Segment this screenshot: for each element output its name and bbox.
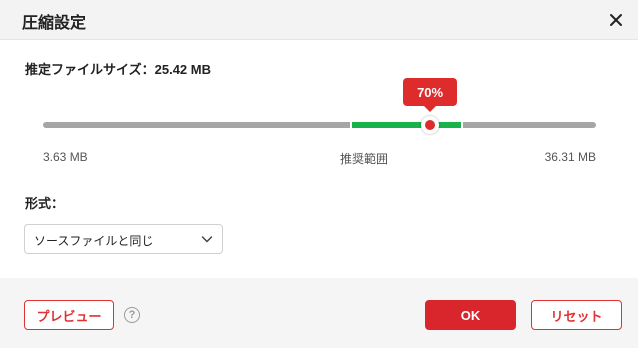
compression-settings-dialog: 圧縮設定 推定ファイルサイズ：25.42 MB 70% 3.63 MB 推奨範囲… [0, 0, 638, 348]
close-icon [610, 14, 622, 26]
range-start-tick [349, 122, 352, 128]
min-size-label: 3.63 MB [43, 150, 88, 164]
estimated-size: 推定ファイルサイズ：25.42 MB [25, 59, 211, 78]
range-end-tick [461, 122, 464, 128]
reset-button[interactable]: リセット [531, 300, 622, 330]
ok-button[interactable]: OK [425, 300, 516, 330]
close-button[interactable] [604, 8, 628, 32]
dialog-title: 圧縮設定 [22, 15, 87, 32]
help-icon[interactable]: ? [124, 307, 140, 323]
estimated-size-label: 推定ファイルサイズ： [25, 62, 155, 77]
slider-thumb[interactable] [421, 116, 440, 134]
format-label: 形式： [25, 196, 65, 211]
percent-tooltip: 70% [403, 78, 458, 112]
recommended-range-label: 推奨範囲 [340, 152, 389, 166]
slider-track[interactable] [43, 122, 596, 128]
recommended-range [349, 122, 464, 128]
compression-slider[interactable] [43, 116, 596, 134]
estimated-size-value: 25.42 MB [154, 62, 211, 77]
format-select-value: ソースファイルと同じ [34, 234, 154, 248]
format-select[interactable]: ソースファイルと同じ [24, 224, 223, 254]
chevron-down-icon [201, 236, 213, 243]
title-bar: 圧縮設定 [0, 0, 638, 40]
dialog-footer: プレビュー ? OK リセット [0, 278, 638, 348]
preview-button[interactable]: プレビュー [24, 300, 114, 330]
max-size-label: 36.31 MB [544, 150, 596, 164]
dialog-body: 推定ファイルサイズ：25.42 MB 70% 3.63 MB 推奨範囲 36.3… [0, 40, 638, 278]
